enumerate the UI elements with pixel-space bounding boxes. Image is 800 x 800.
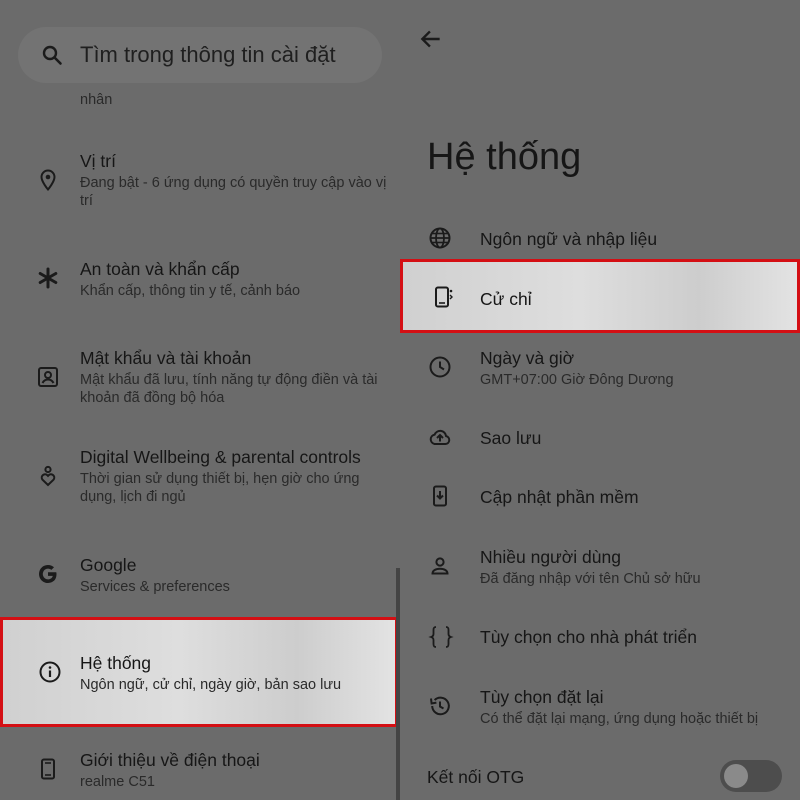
settings-item-subtitle: Ngôn ngữ, cử chỉ, ngày giờ, bản sao lưu [80, 677, 342, 693]
back-arrow-icon [418, 26, 444, 52]
system-item-title: Cử chỉ [480, 289, 532, 309]
person-icon [428, 554, 454, 580]
wellbeing-icon [36, 464, 62, 490]
toggle-knob [724, 764, 748, 788]
system-item-title: Cập nhật phần mềm [480, 487, 639, 507]
system-item-title: Sao lưu [480, 428, 542, 448]
settings-item-system-highlight[interactable]: Hệ thống Ngôn ngữ, cử chỉ, ngày giờ, bản… [0, 617, 398, 727]
settings-item-title: Mật khẩu và tài khoản [80, 348, 252, 368]
gesture-phone-icon [431, 285, 457, 311]
back-button[interactable] [418, 26, 444, 52]
history-icon [428, 694, 454, 720]
search-placeholder: Tìm trong thông tin cài đặt [80, 42, 336, 67]
settings-list-pane: Tìm trong thông tin cài đặt nhân Vị trí … [0, 0, 400, 800]
settings-item-subtitle: Services & preferences [80, 579, 230, 595]
google-icon [36, 562, 62, 588]
otg-label: Kết nối OTG [427, 767, 525, 787]
info-icon [38, 660, 64, 686]
braces-icon [428, 624, 454, 650]
system-item-backup[interactable]: Sao lưu [400, 425, 800, 453]
system-item-title: Tùy chọn cho nhà phát triển [480, 627, 697, 647]
clock-icon [428, 355, 454, 381]
system-item-languages[interactable]: Ngôn ngữ và nhập liệu [400, 226, 800, 254]
system-item-software-update[interactable]: Cập nhật phần mềm [400, 484, 800, 512]
system-item-reset-options[interactable]: Tùy chọn đặt lại Có thể đặt lại mạng, ứn… [400, 684, 800, 734]
cut-off-subtitle: nhân [80, 92, 113, 108]
settings-item-digital-wellbeing[interactable]: Digital Wellbeing & parental controls Th… [0, 444, 400, 516]
system-item-gestures-highlight[interactable]: Cử chỉ [400, 259, 800, 333]
cloud-upload-icon [428, 425, 454, 451]
settings-search-bar[interactable]: Tìm trong thông tin cài đặt [18, 27, 382, 83]
settings-item-about-phone[interactable]: Giới thiệu về điện thoại realme C51 [0, 747, 400, 797]
settings-item-location[interactable]: Vị trí Đang bật - 6 ứng dụng có quyền tr… [0, 146, 400, 218]
otg-toggle-switch[interactable] [720, 760, 782, 792]
system-item-title: Ngôn ngữ và nhập liệu [480, 229, 658, 249]
system-item-developer-options[interactable]: Tùy chọn cho nhà phát triển [400, 624, 800, 652]
settings-item-title: An toàn và khẩn cấp [80, 259, 240, 279]
system-item-title: Tùy chọn đặt lại [480, 687, 604, 707]
phone-icon [36, 757, 62, 783]
account-box-icon [36, 365, 62, 391]
settings-item-google[interactable]: Google Services & preferences [0, 552, 400, 602]
page-title: Hệ thống [427, 136, 582, 178]
settings-item-subtitle: Mật khẩu đã lưu, tính năng tự động điền … [80, 372, 378, 406]
system-item-title: Ngày và giờ [480, 348, 575, 368]
settings-item-title: Giới thiệu về điện thoại [80, 750, 260, 770]
settings-item-safety[interactable]: An toàn và khẩn cấp Khẩn cấp, thông tin … [0, 256, 400, 312]
system-update-icon [428, 484, 454, 510]
system-item-title: Nhiều người dùng [480, 547, 621, 567]
settings-item-subtitle: Thời gian sử dụng thiết bị, hẹn giờ cho … [80, 471, 360, 505]
globe-icon [428, 226, 454, 252]
settings-item-passwords-accounts[interactable]: Mật khẩu và tài khoản Mật khẩu đã lưu, t… [0, 345, 400, 417]
settings-item-title: Google [80, 555, 137, 575]
settings-item-subtitle: Khẩn cấp, thông tin y tế, cảnh báo [80, 283, 301, 299]
settings-item-title: Vị trí [80, 151, 116, 171]
system-item-subtitle: Có thể đặt lại mạng, ứng dụng hoặc thiết… [480, 711, 759, 727]
system-item-subtitle: GMT+07:00 Giờ Đông Dương [480, 372, 674, 388]
settings-item-title: Digital Wellbeing & parental controls [80, 447, 361, 467]
system-item-date-time[interactable]: Ngày và giờ GMT+07:00 Giờ Đông Dương [400, 345, 800, 395]
settings-item-title: Hệ thống [80, 653, 152, 673]
system-item-subtitle: Đã đăng nhập với tên Chủ sở hữu [480, 571, 701, 587]
asterisk-icon [36, 266, 62, 292]
search-icon [40, 43, 64, 67]
system-item-multiple-users[interactable]: Nhiều người dùng Đã đăng nhập với tên Ch… [400, 544, 800, 594]
settings-item-subtitle: realme C51 [80, 774, 155, 790]
location-pin-icon [36, 168, 62, 194]
settings-item-subtitle: Đang bật - 6 ứng dụng có quyền truy cập … [80, 175, 387, 209]
